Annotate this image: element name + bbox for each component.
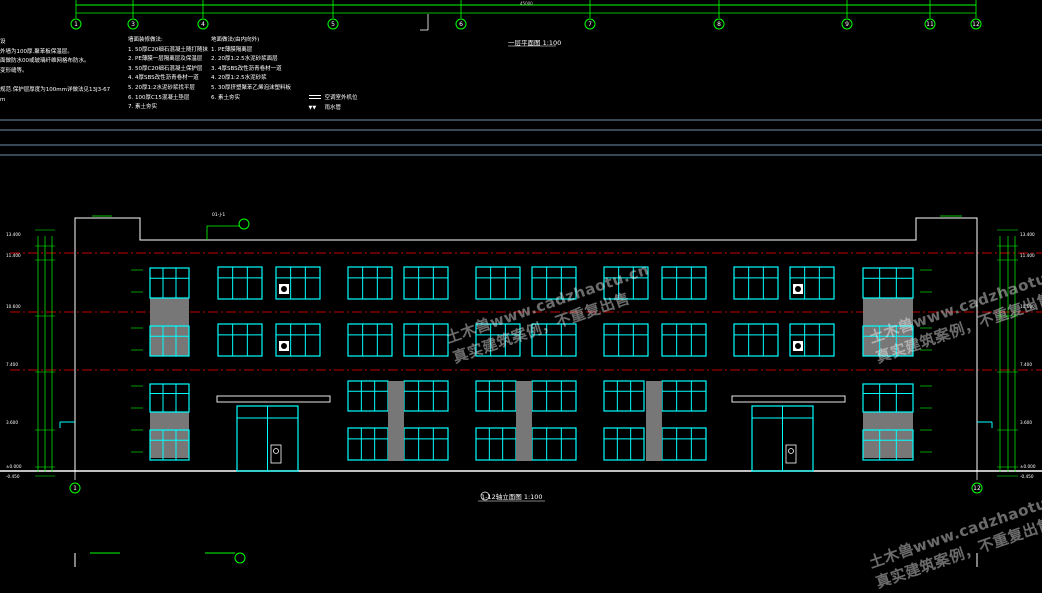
elevation-callout: 01-J-1 <box>212 213 226 218</box>
note-line: 5. 30厚挤塑聚苯乙烯泡沫塑料板 <box>211 84 291 91</box>
note-line: 墙面装修做法: <box>128 37 163 43</box>
axis-label: 12 <box>973 485 981 492</box>
ac-unit-fan <box>281 286 287 292</box>
plan-axis-label: 12 <box>972 21 980 28</box>
note-line: m <box>0 96 6 103</box>
note-line: 4. 4厚SBS改性沥青卷材一道 <box>128 75 199 82</box>
general-notes-column-1: 设外墙为100厚.聚苯板保温层。面做防水00或玻璃纤维网格布防水。 变形缝等。 规… <box>0 38 110 105</box>
stone-cladding <box>150 412 189 458</box>
note-line: 7. 素土夯实 <box>128 104 157 111</box>
elevation-label: ±0.000 <box>1020 464 1036 469</box>
plan-axis-label: 8 <box>717 21 721 28</box>
general-notes-column-3: 地面做法(由内向外) 1. PE薄膜隔离层 2. 20厚1:2.5水泥砂浆面层 3. … <box>211 36 291 103</box>
plan-axis-label: 1 <box>74 21 78 28</box>
note-line: 6. 素土夯实 <box>211 94 240 101</box>
note-line: 变形缝等。 <box>0 67 28 74</box>
plan-axis-label: 3 <box>131 21 135 28</box>
ac-unit-fan <box>795 286 801 292</box>
plan-view-title: 一层平面图 1:100 <box>508 39 562 47</box>
note-line: 外墙为100厚.聚苯板保温层。 <box>0 48 73 55</box>
elevation-label: 3.600 <box>6 420 18 425</box>
note-line: 地面做法(由内向外) <box>211 37 260 43</box>
note-line: 设 <box>0 39 6 45</box>
note-line: 面做防水00或玻璃纤维网格布防水。 <box>0 58 90 65</box>
stone-cladding <box>863 412 913 458</box>
ac-unit-fan <box>795 343 801 349</box>
note-line: 规范.保护层厚度为100mm详做法见13J3-67 <box>0 86 111 93</box>
ac-unit-fan <box>281 343 287 349</box>
note-line: 2. 20厚1:2.5水泥砂浆面层 <box>211 56 278 63</box>
plan-axis-label: 4 <box>201 21 205 28</box>
elevation-label: 11.400 <box>6 253 21 258</box>
plan-axis-label: 5 <box>331 21 335 28</box>
elevation-label: -0.450 <box>6 474 20 479</box>
stone-cladding <box>516 381 532 461</box>
elevation-label: 3.600 <box>1020 420 1032 425</box>
plan-top-dimension: 45000 <box>520 1 533 6</box>
legend-drain-pipe: ▼▼ 雨水管 <box>305 94 342 113</box>
note-line: 4. 20厚1:2.5水泥砂浆 <box>211 75 267 82</box>
elevation-title: 1-12轴立面图 1:100 <box>481 493 543 501</box>
plan-axis-label: 9 <box>845 21 849 28</box>
plan-axis-label: 7 <box>588 21 592 28</box>
axis-label: 1 <box>73 485 77 492</box>
note-line: 6. 100厚C15混凝土垫层 <box>128 94 190 101</box>
note-line: 1. PE薄膜隔离层 <box>211 46 253 53</box>
note-line: 3. 50厚C20细石混凝土保护层 <box>128 65 203 72</box>
note-line <box>0 76 110 86</box>
note-line: 1. 50厚C20细石混凝土随打随抹 <box>128 46 208 53</box>
elevation-label: 11.400 <box>1020 253 1035 258</box>
elevation-label: 13.400 <box>6 232 21 237</box>
note-line: 5. 20厚1:2水泥砂浆找平层 <box>128 84 195 91</box>
elevation-label: 7.400 <box>1020 362 1032 367</box>
elevation-label: 7.400 <box>6 362 18 367</box>
general-notes-column-2: 墙面装修做法: 1. 50厚C20细石混凝土随打随抹 2. PE薄膜一层隔离层及保温… <box>128 36 208 113</box>
note-line: 2. PE薄膜一层隔离层及保温层 <box>128 56 203 63</box>
stone-cladding <box>646 381 662 461</box>
elevation-label: 13.400 <box>1020 232 1035 237</box>
plan-axis-label: 11 <box>926 21 934 28</box>
note-line: 3. 4厚SBS改性沥青卷材一道 <box>211 65 282 72</box>
plan-axis-label: 6 <box>459 21 463 28</box>
elevation-label: 10.600 <box>6 304 21 309</box>
elevation-label: ±0.000 <box>6 464 22 469</box>
stone-cladding <box>388 381 404 461</box>
legend-drain-label: 雨水管 <box>324 104 342 111</box>
stone-cladding <box>150 298 189 356</box>
elevation-label: -0.450 <box>1020 474 1034 479</box>
legend-drain-symbol: ▼▼ <box>308 104 317 111</box>
